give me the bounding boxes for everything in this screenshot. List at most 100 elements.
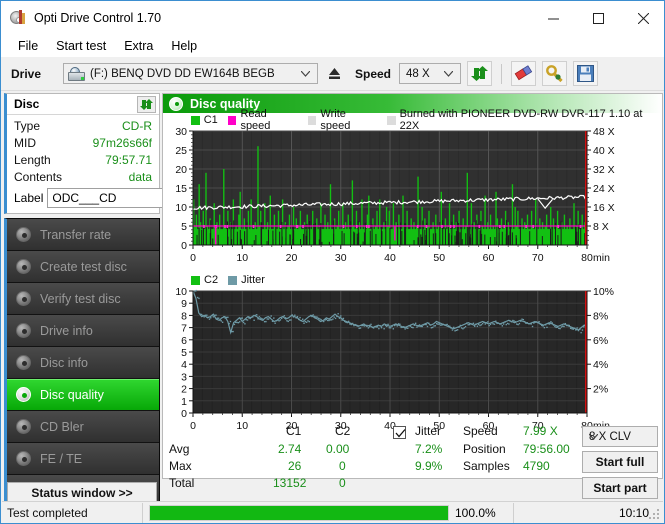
stats-max-c2: 0 bbox=[339, 459, 346, 473]
disc-icon bbox=[15, 322, 33, 340]
window-controls bbox=[531, 1, 664, 35]
svg-text:15: 15 bbox=[175, 183, 187, 195]
disc-value: 79:57.71 bbox=[105, 153, 152, 167]
left-column: Disc Type CD-R MID 97m26s66f Length 79:5… bbox=[4, 93, 234, 508]
sidebar-item-label: Disc quality bbox=[40, 388, 104, 402]
stats-row-label-avg: Avg bbox=[169, 442, 190, 456]
jitter-label: Jitter bbox=[415, 424, 442, 438]
stats-header-c2: C2 bbox=[335, 424, 351, 438]
disc-key: Contents bbox=[14, 170, 63, 184]
svg-text:0: 0 bbox=[181, 408, 187, 420]
disc-refresh-button[interactable] bbox=[137, 95, 156, 113]
sidebar-item-disc-info[interactable]: Disc info bbox=[7, 347, 159, 379]
tools-button[interactable] bbox=[542, 61, 568, 86]
chevron-down-icon bbox=[300, 68, 311, 80]
c1-chart-svg: 0 5 10 15 20 25 30 8 X 16 X 24 X 32 X 40 X 48 X 0 10 20… bbox=[175, 127, 615, 264]
position-stat-value: 79:56.00 bbox=[523, 442, 570, 456]
c2-jitter-chart[interactable]: 0123456789102%4%6%8%10%01020304050607080… bbox=[163, 287, 662, 435]
svg-text:10: 10 bbox=[236, 252, 248, 264]
jitter-checkbox[interactable] bbox=[393, 426, 406, 439]
sidebar-item-verify-test-disc[interactable]: Verify test disc bbox=[7, 283, 159, 315]
refresh-button[interactable] bbox=[467, 61, 493, 86]
start-part-button[interactable]: Start part bbox=[582, 477, 658, 499]
svg-text:8 X: 8 X bbox=[593, 221, 609, 233]
drive-label: Drive bbox=[11, 66, 42, 81]
svg-text:0: 0 bbox=[190, 252, 196, 264]
svg-text:70: 70 bbox=[532, 252, 544, 264]
svg-text:6: 6 bbox=[181, 335, 187, 347]
sidebar-item-create-test-disc[interactable]: Create test disc bbox=[7, 251, 159, 283]
maximize-icon[interactable] bbox=[576, 1, 621, 35]
disc-info-panel: Disc Type CD-R MID 97m26s66f Length 79:5… bbox=[4, 93, 234, 214]
eject-icon bbox=[329, 68, 340, 79]
stats-max-jitter: 9.9% bbox=[415, 459, 443, 473]
title-bar: Opti Drive Control 1.70 bbox=[1, 1, 664, 35]
speed-select[interactable]: 48 X bbox=[399, 63, 462, 84]
sidebar-item-label: Create test disc bbox=[40, 259, 127, 274]
disc-panel-header: Disc bbox=[7, 94, 159, 115]
save-button[interactable] bbox=[573, 61, 599, 86]
sidebar-item-fe-te[interactable]: FE / TE bbox=[7, 443, 159, 475]
legend-swatch-c2 bbox=[191, 275, 200, 285]
start-full-button[interactable]: Start full bbox=[582, 451, 658, 473]
svg-text:80: 80 bbox=[581, 252, 593, 264]
legend-swatch-c1 bbox=[191, 115, 200, 125]
speed-stat-label: Speed bbox=[463, 424, 498, 438]
disc-value: 97m26s66f bbox=[92, 136, 152, 150]
menu-file[interactable]: File bbox=[9, 36, 47, 56]
svg-text:20: 20 bbox=[175, 164, 187, 176]
menu-start-test[interactable]: Start test bbox=[47, 36, 115, 56]
c2-jitter-chart-legend: C2 Jitter bbox=[163, 273, 662, 287]
disc-properties: Type CD-R MID 97m26s66f Length 79:57.71 … bbox=[7, 115, 234, 213]
menu-help[interactable]: Help bbox=[162, 36, 206, 56]
svg-text:25: 25 bbox=[175, 145, 187, 157]
svg-text:4%: 4% bbox=[593, 359, 608, 371]
drive-select-value: (F:) BENQ DVD DD EW164B BEGB bbox=[90, 67, 275, 80]
eject-button[interactable] bbox=[322, 61, 347, 86]
minimize-icon[interactable] bbox=[531, 1, 576, 35]
refresh-icon bbox=[140, 98, 153, 110]
status-bar: Test completed 100.0% 10:10 bbox=[2, 501, 663, 523]
svg-text:5: 5 bbox=[181, 221, 187, 233]
resize-grip-icon[interactable] bbox=[649, 509, 661, 521]
disc-row-length: Length 79:57.71 bbox=[14, 152, 152, 168]
sidebar-item-label: Drive info bbox=[40, 323, 93, 338]
app-disc-icon bbox=[10, 10, 26, 26]
samples-stat-value: 4790 bbox=[523, 459, 550, 473]
sidebar-item-cd-bler[interactable]: CD Bler bbox=[7, 411, 159, 443]
svg-text:40: 40 bbox=[384, 252, 396, 264]
svg-text:3: 3 bbox=[181, 371, 187, 383]
stats-header-c1: C1 bbox=[286, 424, 302, 438]
svg-text:6%: 6% bbox=[593, 335, 608, 347]
sidebar-item-drive-info[interactable]: Drive info bbox=[7, 315, 159, 347]
svg-text:10: 10 bbox=[175, 287, 187, 298]
drive-select[interactable]: (F:) BENQ DVD DD EW164B BEGB bbox=[63, 63, 318, 84]
legend-label-jitter: Jitter bbox=[241, 274, 265, 286]
close-icon[interactable] bbox=[621, 1, 664, 35]
erase-button[interactable] bbox=[511, 61, 537, 86]
stats-max-c1: 26 bbox=[288, 459, 302, 473]
sidebar-item-disc-quality[interactable]: Disc quality bbox=[7, 379, 159, 411]
disc-key: MID bbox=[14, 136, 36, 150]
elapsed-time: 10:10 bbox=[618, 505, 649, 520]
menu-bar: File Start test Extra Help bbox=[1, 35, 664, 57]
sidebar-item-transfer-rate[interactable]: Transfer rate bbox=[7, 219, 159, 251]
stats-avg-c1: 2.74 bbox=[278, 442, 302, 456]
sidebar-item-label: CD Bler bbox=[40, 419, 84, 434]
samples-stat-label: Samples bbox=[463, 459, 510, 473]
svg-text:2: 2 bbox=[181, 384, 187, 396]
menu-extra[interactable]: Extra bbox=[115, 36, 162, 56]
svg-text:min: min bbox=[593, 252, 610, 264]
c1-chart[interactable]: 0 5 10 15 20 25 30 8 X 16 X 24 X 32 X 40 X 48 X 0 10 20… bbox=[163, 127, 662, 271]
stats-total-c1: 13152 bbox=[273, 476, 307, 490]
disc-quality-panel: Disc quality C1 Read speed Write speed B… bbox=[162, 93, 663, 499]
chevron-down-icon bbox=[443, 68, 454, 80]
write-speed-select[interactable]: 8 X CLV bbox=[582, 426, 658, 447]
svg-text:20: 20 bbox=[286, 252, 298, 264]
progress-fill bbox=[150, 505, 448, 520]
status-message: Test completed bbox=[7, 505, 88, 520]
opti-drive-control-window: Opti Drive Control 1.70 File Start test … bbox=[0, 0, 665, 524]
svg-text:16 X: 16 X bbox=[593, 202, 615, 214]
window-title: Opti Drive Control 1.70 bbox=[34, 11, 162, 25]
chevron-down-icon bbox=[588, 431, 599, 443]
